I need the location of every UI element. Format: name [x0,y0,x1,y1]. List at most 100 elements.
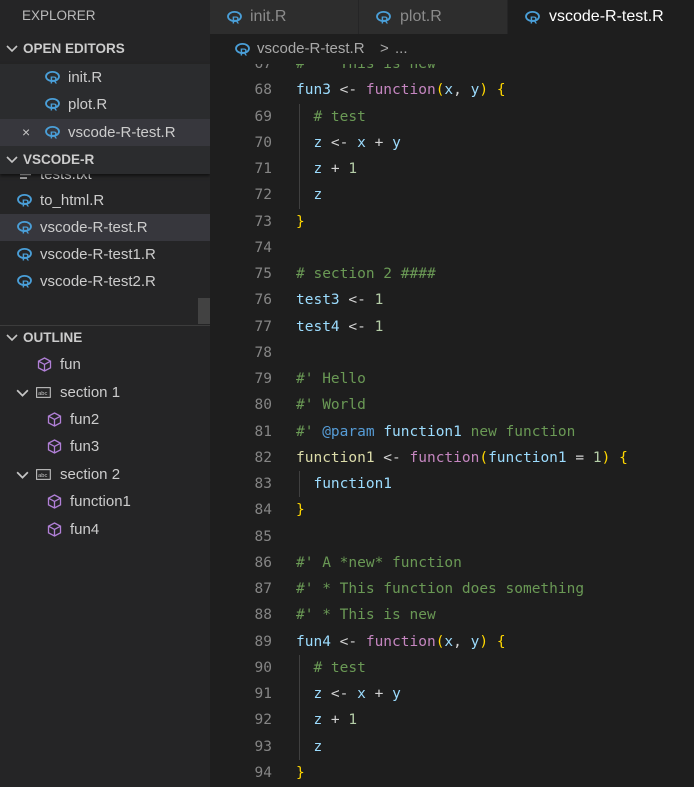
code-token: <- [330,633,366,650]
cube-icon [47,522,62,537]
line-number: 76 [254,292,272,309]
r-file-icon: R [45,126,60,140]
outline-item-fun3[interactable]: fun3 [0,433,210,460]
code-text: z <- x + y [296,130,400,156]
file-vscode-r-test1-r[interactable]: R vscode-R-test1.R [0,241,210,268]
vscode-r-header[interactable]: VSCODE-R [0,148,210,172]
code-token: = [566,449,593,466]
file-label: vscode-R-test.R [40,219,148,236]
chevron-down-icon [16,389,29,397]
code-text: function1 [296,471,392,497]
outline-item-fun4[interactable]: fun4 [0,516,210,543]
outline-label: fun [60,356,81,373]
code-token: } [296,213,305,230]
cube-icon [47,439,62,454]
outline-label: fun4 [70,521,100,538]
vscode-r-title: VSCODE-R [23,152,95,167]
code-editor[interactable]: 67 #' * This is new 68 fun3 <- function(x, … [210,64,694,787]
breadcrumb-file[interactable]: vscode-R-test.R [257,34,365,64]
code-text: #' * This function does something [296,576,584,602]
code-line: 79 #' Hello [210,366,694,392]
open-editors-title: OPEN EDITORS [23,41,125,56]
code-line: 84} [210,497,694,523]
code-line: 71 z + 1 [210,156,694,183]
code-token: new function [461,423,576,440]
code-text: # section 2 #### [296,261,436,287]
code-token: z [296,712,323,729]
code-token: z [296,187,323,204]
explorer-title: EXPLORER [22,8,96,23]
file-vscode-r-test2-r[interactable]: R vscode-R-test2.R [0,268,210,295]
r-file-icon: R [525,11,540,25]
file-to-html-r[interactable]: R to_html.R [0,187,210,214]
code-text: fun4 <- function(x, y) { [296,629,506,655]
code-line: 89 fun4 <- function(x, y) { [210,629,694,655]
svg-text:R: R [240,48,248,58]
tab-vscode-r-test-r[interactable]: R vscode-R-test.R [508,0,694,34]
code-token: + [365,686,393,702]
code-token: function1 [488,449,567,466]
line-number: 87 [254,581,272,597]
code-token: test4 [296,318,340,335]
outline-item-function1[interactable]: function1 [0,488,210,515]
code-text: #' World [296,392,366,418]
code-token: y [392,686,401,702]
r-file-icon: R [376,11,391,25]
code-line: 67 #' * This is new [210,64,694,77]
line-number: 83 [254,476,272,492]
tab-init-r[interactable]: R init.R [210,0,358,34]
code-line: 92 z + 1 [210,707,694,734]
file-vscode-r-test-r[interactable]: R vscode-R-test.R [0,214,210,241]
tab-label: plot.R [400,8,442,25]
open-editor-label: plot.R [68,96,108,113]
r-file-icon: R [45,98,60,112]
code-token: , [453,633,471,650]
line-number: 92 [254,712,272,729]
sidebar-scrollbar[interactable] [198,298,210,324]
code-token: #' Hello [296,371,366,387]
code-token: { [619,449,628,466]
code-line: 93 z [210,733,694,760]
code-token: function [365,82,436,99]
code-token: x [357,686,366,702]
code-line: 68 fun3 <- function(x, y) { [210,77,694,103]
code-text: z + 1 [296,707,357,733]
line-number: 82 [254,449,272,466]
svg-text:R: R [50,76,58,86]
code-token: function1 [296,476,393,492]
code-token: @param [322,423,375,440]
svg-text:R: R [232,16,240,26]
outline-item-fun[interactable]: fun [0,351,210,378]
outline-label: section 1 [60,384,121,401]
breadcrumb-more[interactable]: ... [395,34,408,64]
open-editor-init-r[interactable]: R init.R [0,64,210,91]
outline-item-fun2[interactable]: fun2 [0,406,210,433]
outline-header[interactable]: OUTLINE [0,325,210,350]
close-icon[interactable]: × [22,119,30,146]
line-number: 84 [254,502,272,519]
outline-item-section-1[interactable]: abc section 1 [0,379,210,406]
outline-title: OUTLINE [23,330,83,345]
code-text: function1 <- function(function1 = 1) { [296,445,628,471]
open-editor-plot-r[interactable]: R plot.R [0,91,210,118]
r-file-icon: R [17,194,32,208]
code-token: } [296,502,305,519]
tab-plot-r[interactable]: R plot.R [359,0,507,34]
open-editors-header[interactable]: OPEN EDITORS [0,37,210,61]
open-editor-vscode-r-test-r[interactable]: × R vscode-R-test.R [0,119,210,146]
code-token: <- [339,292,375,309]
code-token: #' World [296,397,366,414]
code-token: + [322,712,349,729]
code-line: 83 function1 [210,471,694,498]
code-token: + [322,161,349,177]
file-label: to_html.R [40,192,105,209]
line-number: 77 [254,318,272,335]
code-line: 70 z <- x + y [210,129,694,156]
outline-item-section-2[interactable]: abc section 2 [0,461,210,488]
line-number: 89 [254,633,272,650]
code-token: ( [479,449,489,466]
code-token: # test [296,108,366,125]
code-text: z [296,182,322,208]
cube-icon [47,494,62,509]
